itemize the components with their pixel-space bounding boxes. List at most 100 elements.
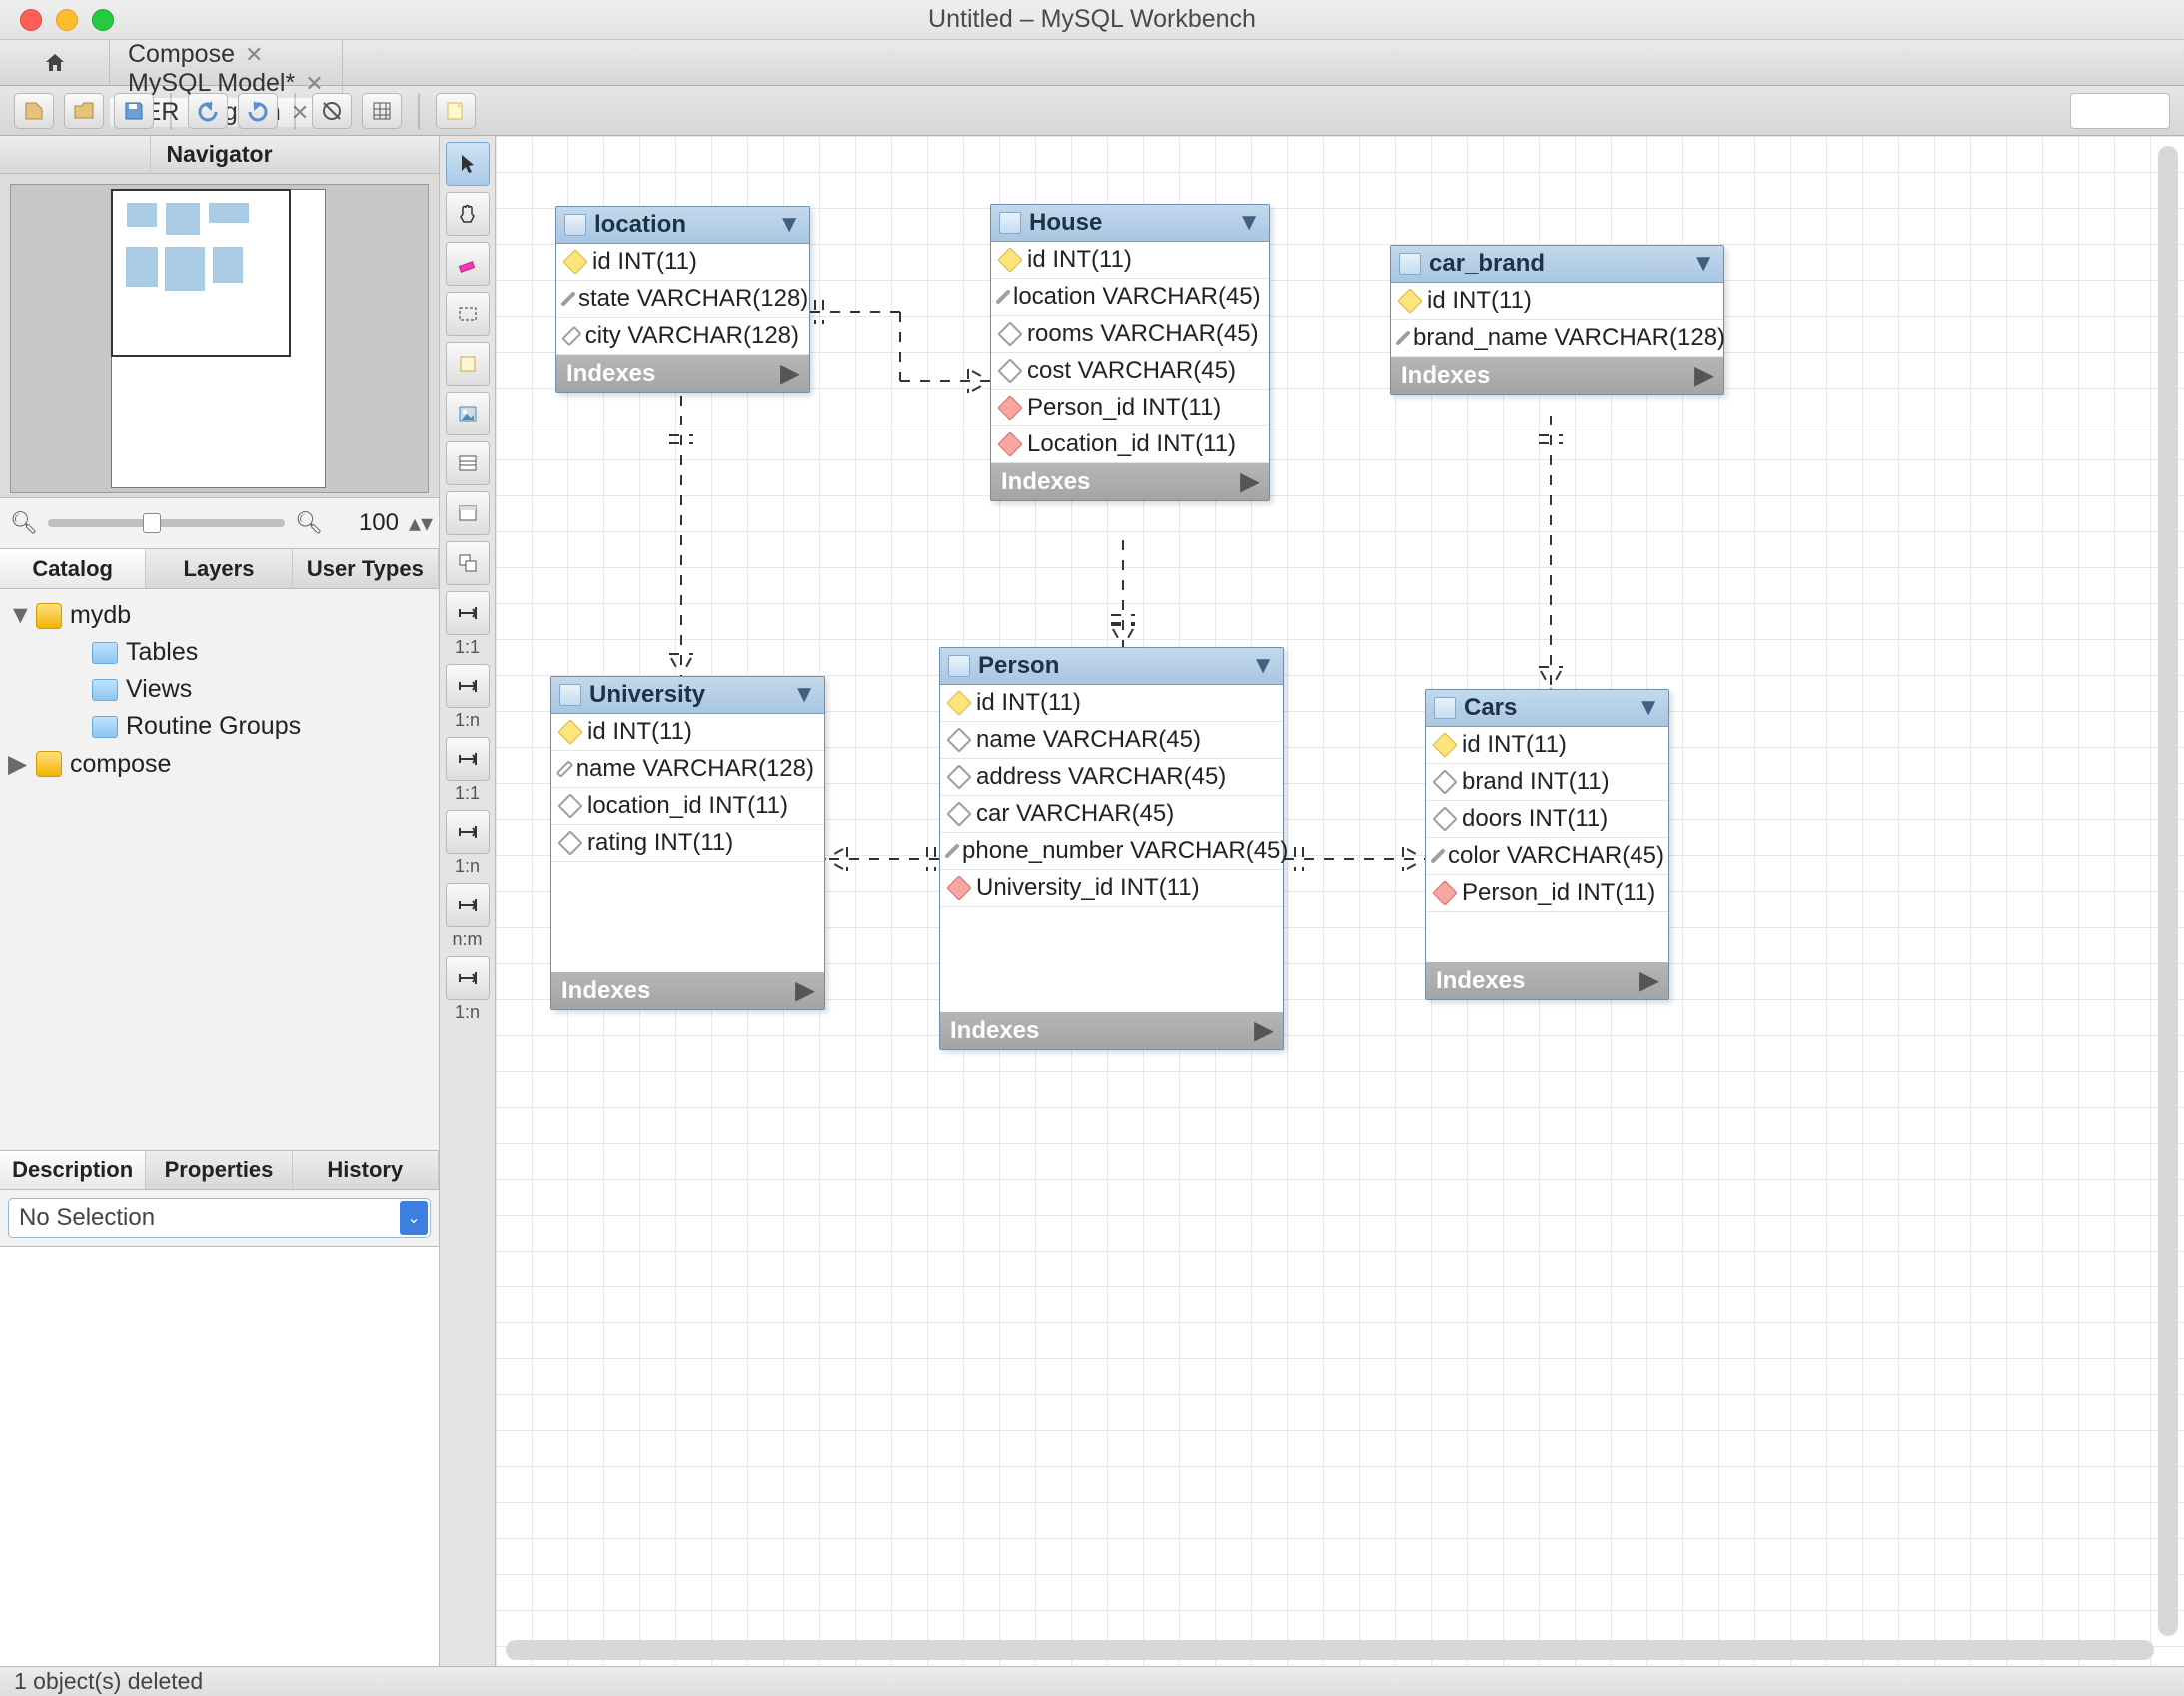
- toggle-grid-button[interactable]: [312, 93, 352, 129]
- disclosure-triangle-icon[interactable]: ▼: [8, 601, 28, 630]
- minimap[interactable]: [10, 184, 429, 493]
- disclosure-triangle-icon[interactable]: ▶: [8, 749, 28, 779]
- table-column[interactable]: color VARCHAR(45): [1426, 838, 1668, 875]
- tree-db-compose[interactable]: ▶compose: [6, 745, 433, 783]
- table-header[interactable]: car_brand▼: [1391, 246, 1723, 283]
- table-column[interactable]: state VARCHAR(128): [556, 281, 809, 318]
- minimap-viewport[interactable]: [111, 189, 291, 357]
- table-column[interactable]: rating INT(11): [551, 825, 824, 862]
- table-column[interactable]: doors INT(11): [1426, 801, 1668, 838]
- expand-icon[interactable]: ▶: [781, 359, 799, 388]
- close-window-button[interactable]: [20, 9, 42, 31]
- hand-tool-button[interactable]: [446, 192, 490, 236]
- collapse-icon[interactable]: ▼: [1251, 652, 1275, 680]
- pointer-tool-button[interactable]: [446, 142, 490, 186]
- toolbar-search-input[interactable]: [2070, 93, 2170, 129]
- rel-existing-button[interactable]: [446, 956, 490, 1000]
- canvas-hscrollbar[interactable]: [506, 1640, 2154, 1660]
- indexes-section[interactable]: Indexes▶: [1426, 962, 1668, 999]
- rel-1-n-id-button[interactable]: [446, 810, 490, 854]
- table-column[interactable]: rooms VARCHAR(45): [991, 316, 1269, 353]
- collapse-icon[interactable]: ▼: [1237, 209, 1261, 237]
- indexes-section[interactable]: Indexes▶: [551, 972, 824, 1009]
- sidebar-tab-layers[interactable]: Layers: [146, 549, 292, 588]
- table-column[interactable]: city VARCHAR(128): [556, 318, 809, 355]
- table-column[interactable]: id INT(11): [551, 714, 824, 751]
- tree-node-tables[interactable]: Tables: [6, 634, 433, 671]
- redo-button[interactable]: [238, 93, 278, 129]
- minimize-window-button[interactable]: [56, 9, 78, 31]
- bottom-tab-properties[interactable]: Properties: [146, 1151, 292, 1189]
- collapse-icon[interactable]: ▼: [1637, 694, 1660, 722]
- table-column[interactable]: brand_name VARCHAR(128): [1391, 320, 1723, 357]
- table-column[interactable]: id INT(11): [940, 685, 1283, 722]
- image-tool-button[interactable]: [446, 392, 490, 435]
- sidebar-tab-user-types[interactable]: User Types: [293, 549, 439, 588]
- table-person[interactable]: Person▼id INT(11)name VARCHAR(45)address…: [939, 647, 1284, 1050]
- home-tab[interactable]: [0, 40, 110, 85]
- undo-button[interactable]: [188, 93, 228, 129]
- table-column[interactable]: id INT(11): [1391, 283, 1723, 320]
- indexes-section[interactable]: Indexes▶: [556, 355, 809, 392]
- selection-combo[interactable]: No Selection ⌄: [8, 1198, 431, 1238]
- rel-1-n-non-button[interactable]: [446, 664, 490, 708]
- table-tool-button[interactable]: [446, 441, 490, 485]
- table-column[interactable]: car VARCHAR(45): [940, 796, 1283, 833]
- expand-icon[interactable]: ▶: [1255, 1016, 1273, 1045]
- canvas-vscrollbar[interactable]: [2158, 146, 2178, 1636]
- view-tool-button[interactable]: [446, 491, 490, 535]
- expand-icon[interactable]: ▶: [1640, 966, 1658, 995]
- table-column[interactable]: id INT(11): [991, 242, 1269, 279]
- collapse-icon[interactable]: ▼: [777, 211, 801, 239]
- zoom-in-icon[interactable]: 🔍︎: [295, 510, 323, 536]
- collapse-icon[interactable]: ▼: [1691, 250, 1715, 278]
- indexes-section[interactable]: Indexes▶: [991, 463, 1269, 500]
- table-header[interactable]: Cars▼: [1426, 690, 1668, 727]
- sidebar-tab-catalog[interactable]: Catalog: [0, 549, 146, 588]
- indexes-section[interactable]: Indexes▶: [940, 1012, 1283, 1049]
- tab-compose[interactable]: Compose✕: [110, 40, 343, 69]
- table-column[interactable]: Location_id INT(11): [991, 426, 1269, 463]
- rel-n-m-button[interactable]: [446, 883, 490, 927]
- table-column[interactable]: cost VARCHAR(45): [991, 353, 1269, 390]
- table-column[interactable]: location_id INT(11): [551, 788, 824, 825]
- note-tool-button[interactable]: [446, 342, 490, 386]
- navigator-header[interactable]: Navigator: [0, 136, 439, 174]
- eer-canvas[interactable]: location▼id INT(11)state VARCHAR(128)cit…: [496, 136, 2184, 1666]
- table-column[interactable]: name VARCHAR(45): [940, 722, 1283, 759]
- table-column[interactable]: name VARCHAR(128): [551, 751, 824, 788]
- table-column[interactable]: id INT(11): [556, 244, 809, 281]
- save-button[interactable]: [114, 93, 154, 129]
- table-header[interactable]: House▼: [991, 205, 1269, 242]
- tree-db-mydb[interactable]: ▼mydb: [6, 597, 433, 634]
- table-cars[interactable]: Cars▼id INT(11)brand INT(11)doors INT(11…: [1425, 689, 1669, 1000]
- collapse-icon[interactable]: ▼: [792, 681, 816, 709]
- catalog-tree[interactable]: ▼mydbTablesViewsRoutine Groups▶compose: [0, 589, 439, 1150]
- routine-group-tool-button[interactable]: [446, 541, 490, 585]
- indexes-section[interactable]: Indexes▶: [1391, 357, 1723, 394]
- zoom-window-button[interactable]: [92, 9, 114, 31]
- eraser-tool-button[interactable]: [446, 242, 490, 286]
- zoom-out-icon[interactable]: 🔍︎: [10, 510, 38, 536]
- description-area[interactable]: [0, 1247, 439, 1666]
- table-column[interactable]: University_id INT(11): [940, 870, 1283, 907]
- expand-icon[interactable]: ▶: [1695, 361, 1713, 390]
- table-column[interactable]: id INT(11): [1426, 727, 1668, 764]
- zoom-slider[interactable]: [48, 519, 285, 527]
- close-icon[interactable]: ✕: [245, 42, 263, 68]
- expand-icon[interactable]: ▶: [1241, 467, 1259, 496]
- rel-1-1-id-button[interactable]: [446, 737, 490, 781]
- table-car_brand[interactable]: car_brand▼id INT(11)brand_name VARCHAR(1…: [1390, 245, 1724, 395]
- zoom-stepper[interactable]: ▴▾: [409, 508, 429, 538]
- table-header[interactable]: University▼: [551, 677, 824, 714]
- table-header[interactable]: Person▼: [940, 648, 1283, 685]
- tree-node-routine-groups[interactable]: Routine Groups: [6, 708, 433, 745]
- table-column[interactable]: Person_id INT(11): [1426, 875, 1668, 912]
- table-header[interactable]: location▼: [556, 207, 809, 244]
- bottom-tab-history[interactable]: History: [293, 1151, 439, 1189]
- table-location[interactable]: location▼id INT(11)state VARCHAR(128)cit…: [555, 206, 810, 393]
- open-file-button[interactable]: [64, 93, 104, 129]
- table-column[interactable]: Person_id INT(11): [991, 390, 1269, 426]
- table-column[interactable]: location VARCHAR(45): [991, 279, 1269, 316]
- bottom-tab-description[interactable]: Description: [0, 1151, 146, 1189]
